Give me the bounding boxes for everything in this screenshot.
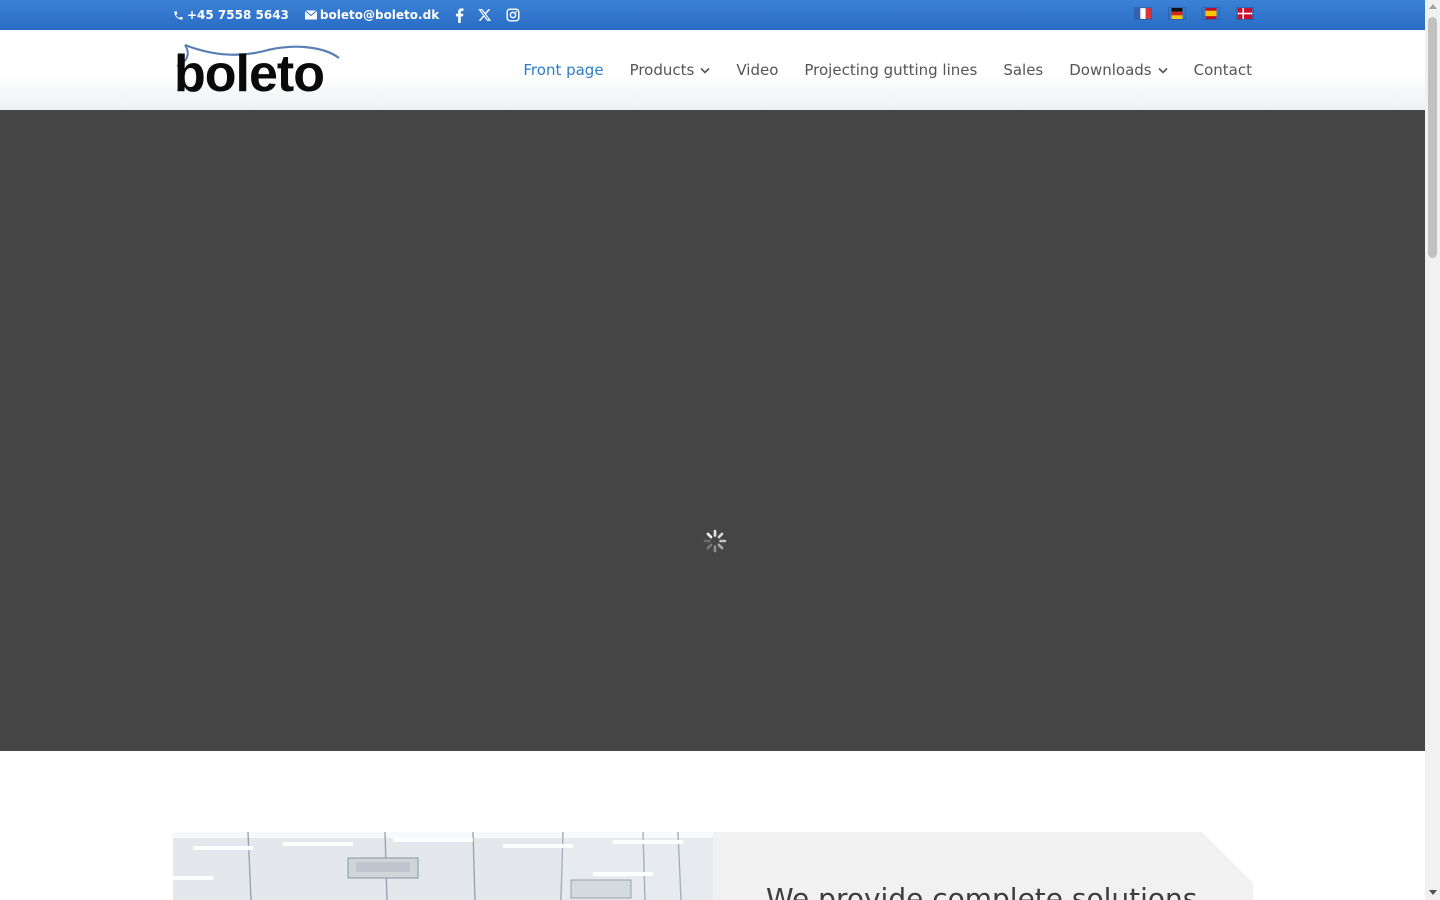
main-navigation: Front page Products Video Projecting gut…	[497, 30, 1252, 110]
email-address: boleto@boleto.dk	[319, 8, 440, 22]
site-logo[interactable]: boleto	[173, 42, 343, 103]
site-header: boleto Front page Products Video Project…	[0, 30, 1425, 110]
flag-danish-icon[interactable]	[1237, 8, 1253, 19]
factory-ceiling-image	[173, 832, 713, 900]
instagram-icon[interactable]	[506, 8, 520, 22]
contact-info: +45 7558 5643 boleto@boleto.dk	[173, 0, 534, 30]
feature-photo	[173, 832, 713, 900]
nav-downloads[interactable]: Downloads	[1069, 61, 1168, 79]
flag-spanish-icon[interactable]	[1203, 8, 1219, 19]
x-icon[interactable]	[478, 8, 492, 22]
top-bar: +45 7558 5643 boleto@boleto.dk	[0, 0, 1425, 30]
nav-products[interactable]: Products	[630, 61, 711, 79]
envelope-icon	[304, 10, 317, 20]
feature-card: We provide complete solutions	[713, 832, 1253, 900]
chevron-down-icon	[1158, 67, 1168, 74]
language-switcher	[1117, 8, 1253, 19]
phone-number: +45 7558 5643	[187, 8, 289, 22]
hero-slider[interactable]	[0, 110, 1425, 751]
nav-video[interactable]: Video	[736, 61, 778, 79]
nav-sales[interactable]: Sales	[1003, 61, 1043, 79]
scroll-thumb[interactable]	[1428, 17, 1437, 258]
nav-projecting-gutting-lines[interactable]: Projecting gutting lines	[804, 61, 977, 79]
facebook-icon[interactable]	[455, 7, 464, 23]
social-links	[455, 7, 534, 23]
flag-german-icon[interactable]	[1169, 8, 1185, 19]
chevron-down-icon	[700, 67, 710, 74]
loading-spinner-icon	[703, 529, 727, 553]
phone-link[interactable]: +45 7558 5643	[173, 8, 289, 22]
page: +45 7558 5643 boleto@boleto.dk boleto Fr…	[0, 0, 1425, 900]
flag-french-icon[interactable]	[1135, 8, 1151, 19]
nav-front-page[interactable]: Front page	[523, 61, 603, 79]
nav-contact[interactable]: Contact	[1194, 61, 1252, 79]
phone-icon	[174, 10, 183, 20]
scroll-down-arrow-icon[interactable]	[1429, 890, 1437, 895]
email-link[interactable]: boleto@boleto.dk	[304, 8, 440, 22]
logo-text: boleto	[174, 45, 325, 103]
feature-heading: We provide complete solutions	[766, 882, 1198, 900]
scroll-up-arrow-icon[interactable]	[1429, 4, 1437, 9]
page-scrollbar[interactable]	[1425, 0, 1440, 900]
